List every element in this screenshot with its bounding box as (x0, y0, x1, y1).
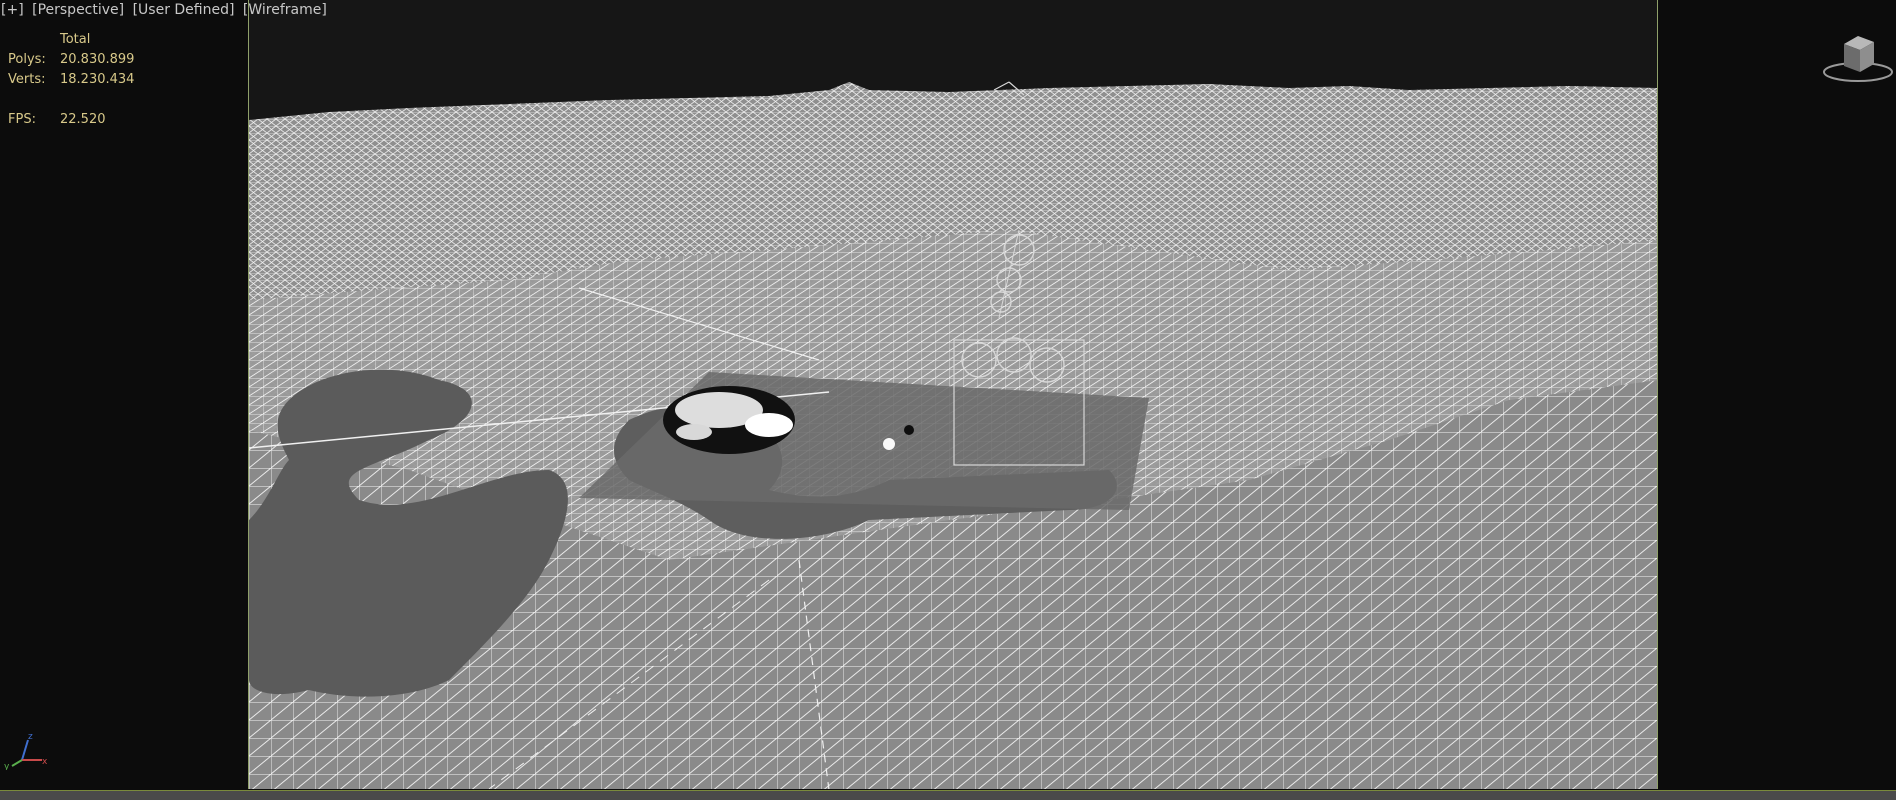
viewport-user-defined-menu[interactable]: [User Defined] (133, 2, 235, 18)
viewport-plus-menu[interactable]: [+] (1, 2, 24, 18)
perspective-viewport[interactable]: [+] [Perspective] [User Defined] [Wirefr… (0, 0, 1896, 790)
polys-label: Polys: (8, 52, 46, 67)
viewport-perspective-menu[interactable]: [Perspective] (32, 2, 124, 18)
axis-tripod-icon: z x y (2, 730, 50, 772)
stats-header: Total (60, 32, 91, 47)
safe-frame (248, 0, 1658, 789)
axis-y-label: y (4, 762, 10, 770)
viewport-shading-menu[interactable]: [Wireframe] (243, 2, 327, 18)
verts-value: 18.230.434 (60, 72, 135, 87)
fps-value: 22.520 (60, 112, 106, 127)
axis-x-label: x (42, 757, 48, 767)
viewcube-icon[interactable] (1822, 28, 1894, 86)
polys-value: 20.830.899 (60, 52, 135, 67)
axis-z-label: z (28, 732, 33, 742)
verts-label: Verts: (8, 72, 46, 87)
viewport-label-menu[interactable]: [+] [Perspective] [User Defined] [Wirefr… (1, 2, 331, 18)
wireframe-terrain-scene[interactable] (249, 0, 1658, 789)
fps-label: FPS: (8, 112, 36, 127)
viewport-bottom-bar (0, 790, 1896, 800)
viewport-statistics: Total Polys: 20.830.899 Verts: 18.230.434 … (8, 30, 134, 130)
